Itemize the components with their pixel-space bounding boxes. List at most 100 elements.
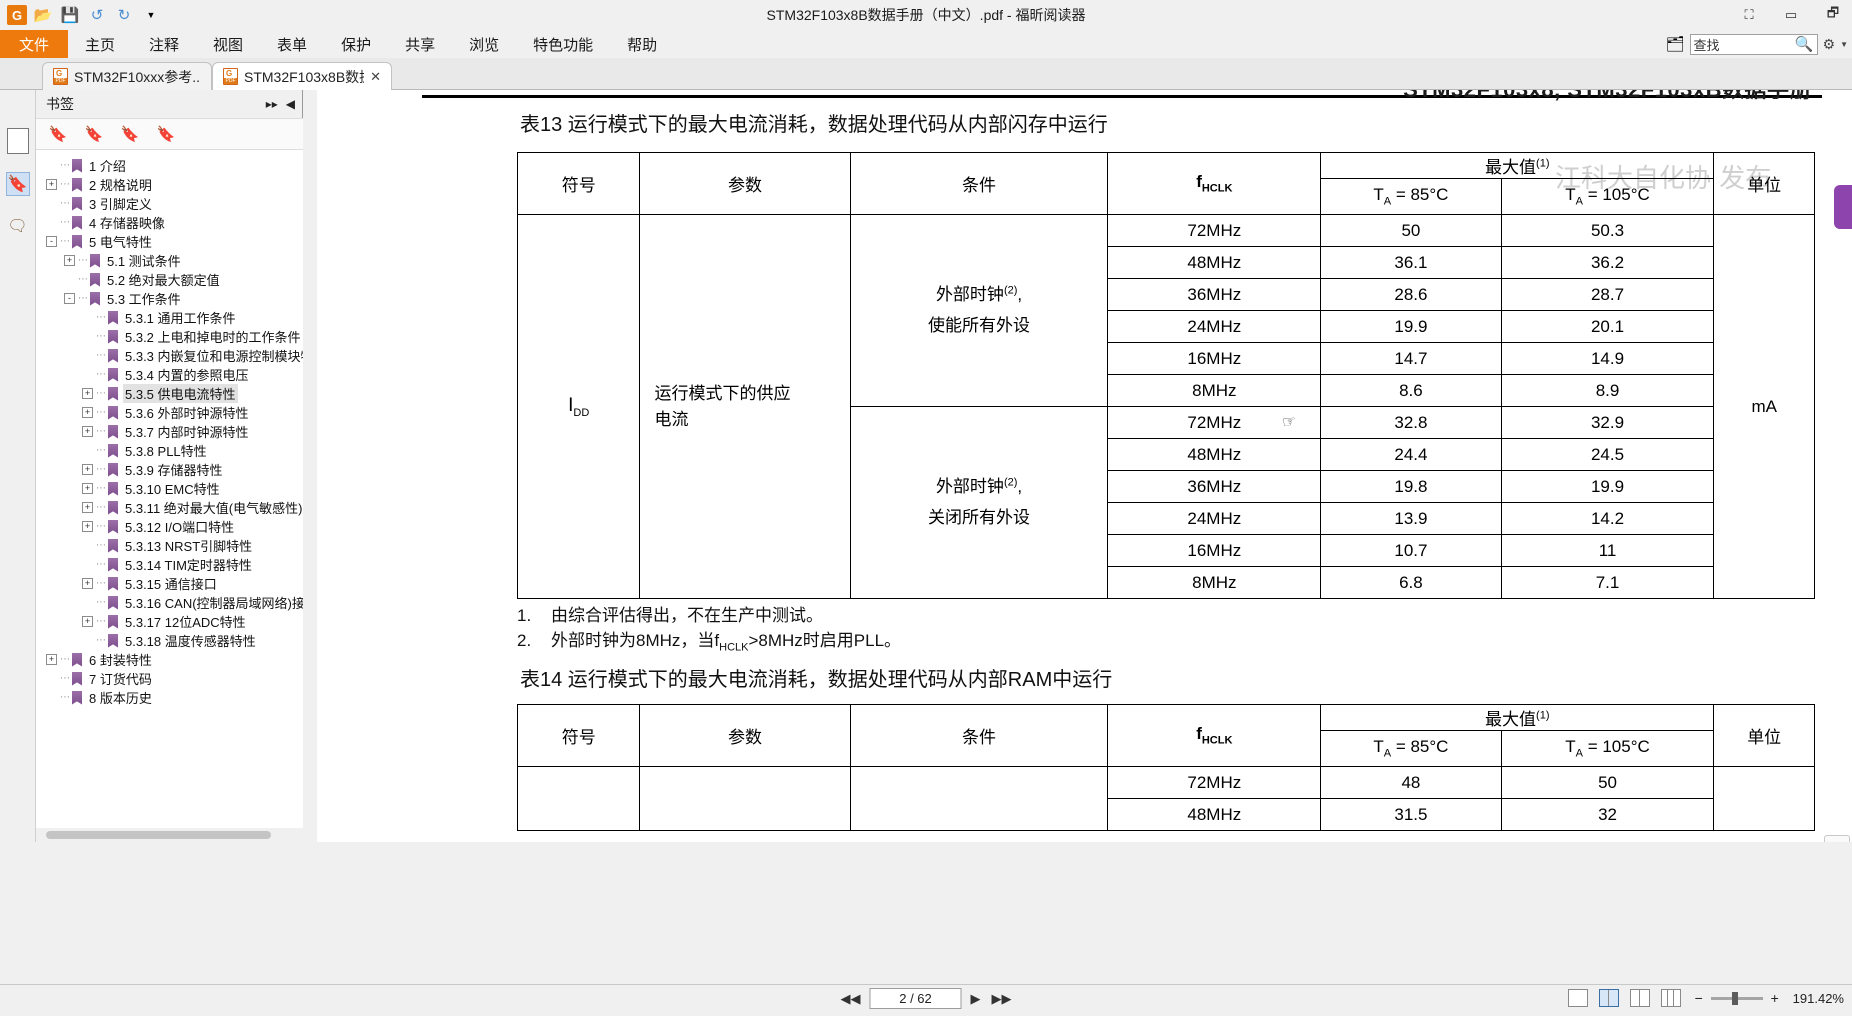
zoom-slider[interactable] bbox=[1710, 991, 1763, 1005]
bookmark-tree[interactable]: ⋯ 1 介绍 + ⋯ 2 规格说明 ⋯ 3 引脚定义 ⋯ 4 存储器映像 - ⋯ 5 电气特性 + ⋯ 5.… bbox=[36, 150, 303, 842]
chevron-down-icon[interactable]: ▼ bbox=[1840, 40, 1848, 49]
collapse-panel-icon[interactable]: ◀ bbox=[286, 97, 295, 111]
expand-icon[interactable]: + bbox=[46, 179, 57, 190]
search-icon[interactable]: 🔍 bbox=[1795, 35, 1814, 53]
bookmarks-icon[interactable]: 🔖 bbox=[5, 172, 30, 196]
gear-icon[interactable]: ⚙ bbox=[1823, 36, 1836, 53]
side-tool-tab[interactable] bbox=[1834, 185, 1852, 229]
zoom-slider-knob[interactable] bbox=[1731, 991, 1738, 1005]
bookmark-item[interactable]: + ⋯ 5.3.15 通信接口 bbox=[36, 574, 303, 593]
expand-icon[interactable]: + bbox=[82, 502, 93, 513]
menu-item-protect[interactable]: 保护 bbox=[324, 30, 388, 58]
zoom-level-label[interactable]: 191.42% bbox=[1793, 991, 1844, 1006]
bookmark-item[interactable]: ⋯ 5.3.13 NRST引脚特性 bbox=[36, 536, 303, 555]
bookmarks-panel-header: 书签 ▸▸ ◀ bbox=[36, 90, 303, 118]
panel-splitter[interactable] bbox=[303, 90, 317, 842]
last-page-icon[interactable]: ▶▶ bbox=[990, 991, 1014, 1007]
expand-icon[interactable]: + bbox=[82, 578, 93, 589]
folder-search-icon[interactable]: 🗂 bbox=[1665, 35, 1684, 53]
document-tab-1[interactable]: STM32F10xxx参考... bbox=[42, 62, 212, 90]
bookmark-item[interactable]: ⋯ 8 版本历史 bbox=[36, 688, 303, 707]
bookmark-add-icon[interactable]: 🔖 bbox=[84, 124, 104, 144]
menu-item-features[interactable]: 特色功能 bbox=[516, 30, 610, 58]
bookmark-item[interactable]: + ⋯ 5.3.5 供电电流特性 bbox=[36, 384, 303, 403]
bookmark-item[interactable]: ⋯ 3 引脚定义 bbox=[36, 194, 303, 213]
open-icon[interactable]: 📂 bbox=[32, 4, 54, 26]
bookmark-item[interactable]: + ⋯ 5.3.11 绝对最大值(电气敏感性) bbox=[36, 498, 303, 517]
menu-item-share[interactable]: 共享 bbox=[388, 30, 452, 58]
expand-icon[interactable]: + bbox=[82, 407, 93, 418]
maximize-icon[interactable]: 🗗 bbox=[1820, 2, 1846, 28]
continuous-view-icon[interactable] bbox=[1598, 989, 1619, 1007]
expand-icon[interactable]: + bbox=[82, 521, 93, 532]
expand-icon[interactable]: + bbox=[82, 388, 93, 399]
comments-icon[interactable]: 🗨 bbox=[6, 214, 30, 238]
bookmark-item[interactable]: ⋯ 4 存储器映像 bbox=[36, 213, 303, 232]
bookmark-horizontal-scrollbar[interactable] bbox=[36, 828, 303, 842]
search-input[interactable]: 查找 🔍 bbox=[1689, 33, 1818, 55]
collapse-icon[interactable]: - bbox=[46, 236, 57, 247]
bookmark-item[interactable]: ⋯ 7 订货代码 bbox=[36, 669, 303, 688]
minimize-icon[interactable]: ▭ bbox=[1778, 2, 1804, 28]
bookmark-item[interactable]: - ⋯ 5.3 工作条件 bbox=[36, 289, 303, 308]
collapse-icon[interactable]: - bbox=[64, 293, 75, 304]
expand-icon[interactable]: + bbox=[82, 483, 93, 494]
customize-toolbar-caret-icon[interactable]: ▼ bbox=[140, 4, 162, 26]
bookmark-item[interactable]: ⋯ 5.3.8 PLL特性 bbox=[36, 441, 303, 460]
next-page-icon[interactable]: ▶ bbox=[969, 991, 983, 1007]
scrollbar-thumb[interactable] bbox=[46, 831, 271, 839]
bookmark-item[interactable]: + ⋯ 5.1 测试条件 bbox=[36, 251, 303, 270]
page-number-input[interactable]: 2 / 62 bbox=[869, 988, 962, 1009]
bookmark-item[interactable]: + ⋯ 5.3.17 12位ADC特性 bbox=[36, 612, 303, 631]
bookmark-goto-icon[interactable]: 🔖 bbox=[120, 124, 140, 144]
zoom-in-button[interactable]: + bbox=[1768, 990, 1782, 1006]
menu-item-file[interactable]: 文件 bbox=[0, 30, 68, 58]
td-condition: 外部时钟(2), 关闭所有外设 bbox=[849, 406, 1109, 599]
menu-item-comment[interactable]: 注释 bbox=[132, 30, 196, 58]
page-thumbnails-icon[interactable] bbox=[6, 128, 29, 154]
bookmark-item[interactable]: ⋯ 5.3.18 温度传感器特性 bbox=[36, 631, 303, 650]
bookmark-item[interactable]: ⋯ 5.3.14 TIM定时器特性 bbox=[36, 555, 303, 574]
undo-icon[interactable]: ↺ bbox=[86, 4, 108, 26]
bookmark-item[interactable]: + ⋯ 5.3.7 内部时钟源特性 bbox=[36, 422, 303, 441]
bookmark-item[interactable]: + ⋯ 5.3.12 I/O端口特性 bbox=[36, 517, 303, 536]
menu-item-form[interactable]: 表单 bbox=[260, 30, 324, 58]
bookmark-item[interactable]: ⋯ 5.2 绝对最大额定值 bbox=[36, 270, 303, 289]
bookmark-item[interactable]: + ⋯ 5.3.6 外部时钟源特性 bbox=[36, 403, 303, 422]
bookmark-item[interactable]: - ⋯ 5 电气特性 bbox=[36, 232, 303, 251]
menu-item-view[interactable]: 视图 bbox=[196, 30, 260, 58]
bookmark-item[interactable]: ⋯ 5.3.16 CAN(控制器局域网络)接口 bbox=[36, 593, 303, 612]
expand-icon[interactable]: + bbox=[46, 654, 57, 665]
save-icon[interactable]: 💾 bbox=[59, 4, 81, 26]
bookmark-item[interactable]: ⋯ 1 介绍 bbox=[36, 156, 303, 175]
expand-icon[interactable]: + bbox=[82, 464, 93, 475]
bookmark-item[interactable]: ⋯ 5.3.2 上电和掉电时的工作条件 bbox=[36, 327, 303, 346]
menu-item-home[interactable]: 主页 bbox=[68, 30, 132, 58]
single-page-view-icon[interactable] bbox=[1567, 989, 1588, 1007]
bookmark-item[interactable]: ⋯ 5.3.1 通用工作条件 bbox=[36, 308, 303, 327]
expand-icon[interactable]: + bbox=[82, 426, 93, 437]
bookmark-item[interactable]: ⋯ 5.3.3 内嵌复位和电源控制模块特 bbox=[36, 346, 303, 365]
split-view-icon[interactable] bbox=[1660, 989, 1681, 1007]
close-icon[interactable]: ✕ bbox=[370, 69, 381, 85]
document-tab-2[interactable]: STM32F103x8B数据... ✕ bbox=[212, 62, 392, 90]
expand-icon[interactable]: + bbox=[82, 616, 93, 627]
bookmark-item[interactable]: + ⋯ 6 封装特性 bbox=[36, 650, 303, 669]
menu-item-help[interactable]: 帮助 bbox=[610, 30, 674, 58]
bookmark-check-icon[interactable]: 🔖 bbox=[156, 124, 176, 144]
expand-icon[interactable]: + bbox=[64, 255, 75, 266]
bookmark-item[interactable]: ⋯ 5.3.4 内置的参照电压 bbox=[36, 365, 303, 384]
bookmark-item[interactable]: + ⋯ 5.3.10 EMC特性 bbox=[36, 479, 303, 498]
document-view[interactable]: STM32F103x8, STM32F103xB数据手册 江科大自化协 发布 表… bbox=[317, 90, 1852, 842]
bookmark-item[interactable]: + ⋯ 5.3.9 存储器特性 bbox=[36, 460, 303, 479]
facing-view-icon[interactable] bbox=[1629, 989, 1650, 1007]
restore-grid-icon[interactable]: ⛶ bbox=[1736, 2, 1762, 28]
expand-panel-icon[interactable]: ▸▸ bbox=[266, 97, 278, 111]
bookmark-delete-icon[interactable]: 🔖 bbox=[48, 124, 68, 144]
side-tool-button-1[interactable] bbox=[1824, 835, 1850, 842]
zoom-out-button[interactable]: − bbox=[1692, 990, 1706, 1006]
menu-item-browse[interactable]: 浏览 bbox=[452, 30, 516, 58]
redo-icon[interactable]: ↻ bbox=[113, 4, 135, 26]
first-page-icon[interactable]: ◀◀ bbox=[839, 991, 863, 1007]
bookmark-item[interactable]: + ⋯ 2 规格说明 bbox=[36, 175, 303, 194]
